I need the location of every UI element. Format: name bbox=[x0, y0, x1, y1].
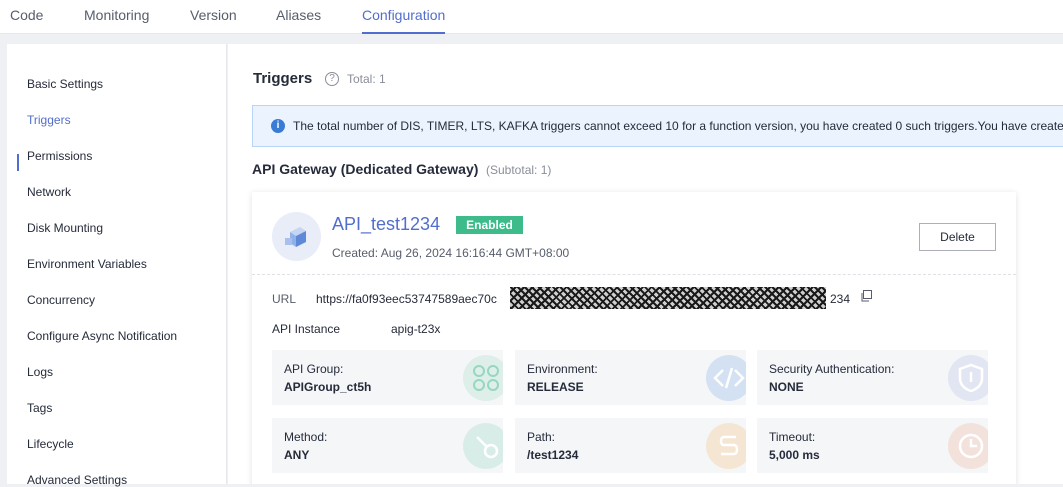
api-instance-value: apig-t23x bbox=[391, 322, 441, 336]
status-badge: Enabled bbox=[456, 216, 523, 234]
trigger-card: API_test1234 Enabled Created: Aug 26, 20… bbox=[252, 192, 1016, 484]
tab-code[interactable]: Code bbox=[10, 7, 43, 23]
help-icon[interactable]: ? bbox=[325, 72, 339, 86]
api-instance-label: API Instance bbox=[272, 322, 341, 336]
card-divider bbox=[252, 274, 1016, 275]
active-tab-indicator bbox=[362, 32, 445, 34]
path-label: Path: bbox=[527, 430, 556, 444]
copy-icon[interactable] bbox=[860, 289, 872, 302]
group-icon bbox=[463, 355, 503, 401]
api-group-label: API Group: bbox=[284, 362, 344, 376]
page-title: Triggers bbox=[253, 70, 313, 87]
url-value-end: 234 bbox=[830, 292, 851, 306]
api-group-box: API Group: APIGroup_ct5h bbox=[272, 350, 503, 405]
security-box: Security Authentication: NONE bbox=[757, 350, 988, 405]
security-label: Security Authentication: bbox=[769, 362, 895, 376]
sidebar-item-advanced-settings[interactable]: Advanced Settings bbox=[27, 473, 127, 487]
api-gateway-icon bbox=[272, 212, 321, 261]
tab-aliases[interactable]: Aliases bbox=[276, 7, 321, 23]
timeout-box: Timeout: 5,000 ms bbox=[757, 418, 988, 473]
sidebar-item-disk-mounting[interactable]: Disk Mounting bbox=[27, 221, 103, 235]
sidebar-item-network[interactable]: Network bbox=[27, 185, 71, 199]
method-label: Method: bbox=[284, 430, 328, 444]
config-sidebar: Basic Settings Triggers Permissions Netw… bbox=[7, 44, 227, 487]
sidebar-item-environment-variables[interactable]: Environment Variables bbox=[27, 257, 147, 271]
sidebar-item-triggers[interactable]: Triggers bbox=[27, 113, 71, 127]
method-icon bbox=[463, 423, 503, 469]
notice-text: The total number of DIS, TIMER, LTS, KAF… bbox=[293, 119, 1063, 133]
path-value: /test1234 bbox=[527, 448, 579, 462]
tab-configuration[interactable]: Configuration bbox=[362, 7, 445, 23]
trigger-name-link[interactable]: API_test1234 bbox=[332, 214, 440, 235]
sidebar-item-lifecycle[interactable]: Lifecycle bbox=[27, 437, 74, 451]
security-value: NONE bbox=[769, 380, 804, 394]
api-group-value: APIGroup_ct5h bbox=[284, 380, 372, 394]
top-tab-bar: Code Monitoring Version Aliases Configur… bbox=[0, 0, 1063, 34]
subtotal-count: (Subtotal: 1) bbox=[486, 163, 552, 177]
method-value: ANY bbox=[284, 448, 310, 462]
path-icon bbox=[706, 423, 746, 469]
timeout-label: Timeout: bbox=[769, 430, 816, 444]
sidebar-item-tags[interactable]: Tags bbox=[27, 401, 52, 415]
delete-button[interactable]: Delete bbox=[919, 223, 996, 251]
section-title: API Gateway (Dedicated Gateway) bbox=[252, 161, 479, 177]
code-icon bbox=[706, 355, 746, 401]
trigger-limit-notice: i The total number of DIS, TIMER, LTS, K… bbox=[252, 105, 1063, 147]
tab-version[interactable]: Version bbox=[190, 7, 237, 23]
sidebar-item-async-notification[interactable]: Configure Async Notification bbox=[27, 329, 177, 343]
sidebar-item-permissions[interactable]: Permissions bbox=[27, 149, 92, 163]
active-sidebar-marker bbox=[17, 154, 19, 171]
redacted-url-mask bbox=[510, 287, 826, 309]
path-box: Path: /test1234 bbox=[515, 418, 746, 473]
method-box: Method: ANY bbox=[272, 418, 503, 473]
environment-label: Environment: bbox=[527, 362, 598, 376]
sidebar-item-concurrency[interactable]: Concurrency bbox=[27, 293, 95, 307]
environment-value: RELEASE bbox=[527, 380, 584, 394]
info-icon: i bbox=[271, 119, 285, 133]
total-count: Total: 1 bbox=[347, 72, 386, 86]
tab-monitoring[interactable]: Monitoring bbox=[84, 7, 149, 23]
timeout-value: 5,000 ms bbox=[769, 448, 820, 462]
url-value-start: https://fa0f93eec53747589aec70c bbox=[316, 292, 497, 306]
sidebar-item-basic-settings[interactable]: Basic Settings bbox=[27, 77, 103, 91]
clock-icon bbox=[948, 423, 988, 469]
url-label: URL bbox=[272, 292, 297, 306]
sidebar-item-logs[interactable]: Logs bbox=[27, 365, 53, 379]
created-timestamp: Created: Aug 26, 2024 16:16:44 GMT+08:00 bbox=[332, 246, 570, 260]
triggers-panel: Triggers ? Total: 1 i The total number o… bbox=[228, 44, 1063, 484]
shield-icon bbox=[948, 355, 988, 401]
environment-box: Environment: RELEASE bbox=[515, 350, 746, 405]
